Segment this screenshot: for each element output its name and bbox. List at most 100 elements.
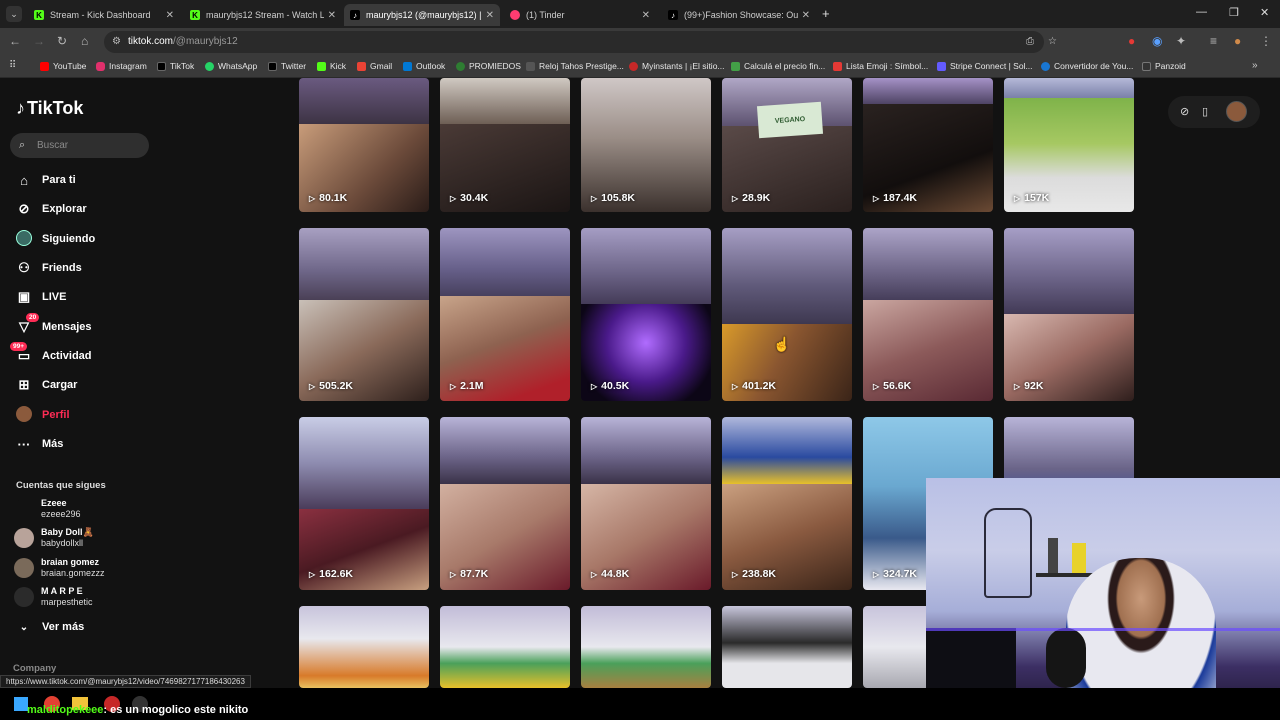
- company-link[interactable]: Company: [13, 663, 56, 674]
- tab-tiktok-profile[interactable]: ♪ maurybjs12 (@maurybjs12) | Ti ✕: [344, 4, 500, 26]
- close-tab-icon[interactable]: ✕: [328, 10, 336, 21]
- extension-red-icon[interactable]: ●: [1128, 34, 1135, 48]
- profile-avatar-icon[interactable]: ●: [1234, 34, 1241, 48]
- video-card[interactable]: ▷ 238.8K: [722, 417, 852, 590]
- new-tab-button[interactable]: +: [822, 6, 830, 21]
- play-icon: ▷: [873, 381, 880, 391]
- close-tab-icon[interactable]: ✕: [802, 10, 810, 21]
- tab-kick-dashboard[interactable]: K Stream - Kick Dashboard ✕: [28, 4, 180, 26]
- tab-search-button[interactable]: ⌄: [6, 6, 22, 22]
- top-right-actions: ⊘ ▯: [1168, 96, 1260, 128]
- video-card[interactable]: ▷ 30.4K: [440, 78, 570, 212]
- close-tab-icon[interactable]: ✕: [166, 10, 174, 21]
- bookmark-convertidor[interactable]: Convertidor de You...: [1041, 61, 1133, 71]
- sidebar-item-mensajes[interactable]: ▽ 20 Mensajes: [14, 313, 92, 338]
- video-card[interactable]: [299, 606, 429, 688]
- following-account[interactable]: Baby Doll🧸 babydollxll: [14, 527, 94, 549]
- sidebar-item-perfil[interactable]: Perfil: [14, 404, 70, 426]
- bookmark-youtube[interactable]: YouTube: [40, 61, 86, 71]
- bookmark-twitter[interactable]: Twitter: [268, 61, 306, 71]
- bookmark-gmail[interactable]: Gmail: [357, 61, 392, 71]
- device-icon[interactable]: ▯: [1202, 105, 1208, 118]
- bookmark-tiktok[interactable]: TikTok: [157, 61, 194, 71]
- extensions-puzzle-icon[interactable]: ✦: [1176, 34, 1186, 48]
- close-tab-icon[interactable]: ✕: [486, 10, 494, 21]
- video-card[interactable]: VEGANO ▷ 28.9K: [722, 78, 852, 212]
- bookmark-panzoid[interactable]: Panzoid: [1142, 61, 1186, 71]
- search-input[interactable]: ⌕ Buscar: [10, 133, 149, 158]
- windows-start-icon[interactable]: [14, 697, 28, 711]
- media-controls-icon[interactable]: ≡: [1210, 34, 1217, 48]
- back-icon[interactable]: ←: [9, 34, 21, 48]
- bookmark-stripe[interactable]: Stripe Connect | Sol...: [937, 61, 1033, 71]
- video-card[interactable]: ▷ 40.5K: [581, 228, 711, 401]
- video-card[interactable]: ▷ 162.6K: [299, 417, 429, 590]
- video-thumbnail: [299, 228, 429, 300]
- video-thumbnail: [722, 606, 852, 688]
- video-card[interactable]: ▷ 505.2K: [299, 228, 429, 401]
- maximize-icon[interactable]: ❐: [1229, 6, 1239, 19]
- user-avatar[interactable]: [1226, 101, 1247, 122]
- forward-icon[interactable]: →: [33, 34, 45, 48]
- video-card[interactable]: ▷ 44.8K: [581, 417, 711, 590]
- video-card[interactable]: ▷ 87.7K: [440, 417, 570, 590]
- more-bookmarks-icon[interactable]: »: [1252, 60, 1258, 71]
- sidebar-item-cargar[interactable]: ⊞ Cargar: [14, 374, 78, 396]
- following-account[interactable]: Ezeee ezeee296: [14, 498, 81, 520]
- video-card[interactable]: ▷ 92K: [1004, 228, 1134, 401]
- bookmark-emoji[interactable]: Lista Emoji : Símbol...: [833, 61, 928, 71]
- see-more-button[interactable]: ⌄ Ver más: [14, 616, 84, 638]
- tab-fashion-showcase[interactable]: ♪ (99+)Fashion Showcase: Outfit ✕: [662, 4, 816, 26]
- reload-icon[interactable]: ↻: [57, 34, 67, 48]
- close-tab-icon[interactable]: ✕: [642, 10, 650, 21]
- following-account[interactable]: braian gomez braian.gomezzz: [14, 557, 105, 579]
- url-path: /@maurybjs12: [173, 36, 238, 47]
- play-icon: ▷: [1014, 193, 1021, 203]
- home-icon[interactable]: ⌂: [81, 34, 88, 48]
- video-card[interactable]: ▷ 401.2K: [722, 228, 852, 401]
- following-account[interactable]: M A R P Emarpesthetic: [14, 586, 93, 608]
- menu-kebab-icon[interactable]: ⋮: [1260, 34, 1272, 48]
- bookmark-myinstants[interactable]: Myinstants | ¡El sitio...: [629, 61, 725, 71]
- minimize-icon[interactable]: —: [1196, 6, 1207, 18]
- video-card[interactable]: [581, 606, 711, 688]
- bookmark-instagram[interactable]: Instagram: [96, 61, 147, 71]
- video-card[interactable]: ▷ 157K: [1004, 78, 1134, 212]
- video-thumbnail: [581, 417, 711, 484]
- sidebar-item-friends[interactable]: ⚇ Friends: [14, 257, 82, 279]
- url-domain: tiktok.com: [128, 36, 174, 47]
- bookmark-whatsapp[interactable]: WhatsApp: [205, 61, 257, 71]
- sidebar-item-siguiendo[interactable]: Siguiendo: [14, 228, 95, 250]
- bookmarks-bar: ⠿ YouTube Instagram TikTok WhatsApp Twit…: [0, 56, 1280, 78]
- sidebar-item-para-ti[interactable]: ⌂ Para ti: [14, 169, 76, 191]
- install-icon[interactable]: ⎙: [1026, 31, 1034, 53]
- video-card[interactable]: ▷ 105.8K: [581, 78, 711, 212]
- sidebar-item-actividad[interactable]: ▭ 99+ Actividad: [10, 342, 92, 367]
- tiktok-logo[interactable]: ♪ TikTok: [16, 98, 83, 119]
- wall-drawing: [984, 508, 1032, 598]
- close-window-icon[interactable]: ✕: [1260, 6, 1269, 19]
- video-card[interactable]: [440, 606, 570, 688]
- bookmark-outlook[interactable]: Outlook: [403, 61, 445, 71]
- video-card[interactable]: ▷ 187.4K: [863, 78, 993, 212]
- video-thumbnail: [299, 606, 429, 688]
- apps-grid-icon[interactable]: ⠿: [9, 60, 16, 71]
- tab-kick-stream[interactable]: K maurybjs12 Stream - Watch Liv ✕: [184, 4, 342, 26]
- tab-tinder[interactable]: (1) Tinder ✕: [504, 4, 656, 26]
- site-info-icon[interactable]: ⚙: [112, 31, 121, 53]
- video-card[interactable]: ▷ 2.1M: [440, 228, 570, 401]
- bookmark-star-icon[interactable]: ☆: [1048, 31, 1057, 53]
- sidebar-item-explorar[interactable]: ⊘ Explorar: [14, 198, 87, 220]
- sidebar-item-mas[interactable]: ··· Más: [14, 433, 64, 455]
- bookmark-promiedos[interactable]: PROMIEDOS: [456, 61, 521, 71]
- coin-icon[interactable]: ⊘: [1180, 105, 1189, 118]
- video-card[interactable]: ▷ 56.6K: [863, 228, 993, 401]
- url-bar[interactable]: ⚙ tiktok.com/@maurybjs12 ⎙ ☆: [104, 31, 1057, 53]
- extension-audio-icon[interactable]: ◉: [1152, 34, 1162, 48]
- bookmark-calcula[interactable]: Calculá el precio fin...: [731, 61, 825, 71]
- bookmark-reloj[interactable]: Reloj Tahos Prestige...: [526, 61, 624, 71]
- video-card[interactable]: [722, 606, 852, 688]
- video-card[interactable]: ▷ 80.1K: [299, 78, 429, 212]
- bookmark-kick[interactable]: Kick: [317, 61, 346, 71]
- sidebar-item-live[interactable]: ▣ LIVE: [14, 286, 67, 308]
